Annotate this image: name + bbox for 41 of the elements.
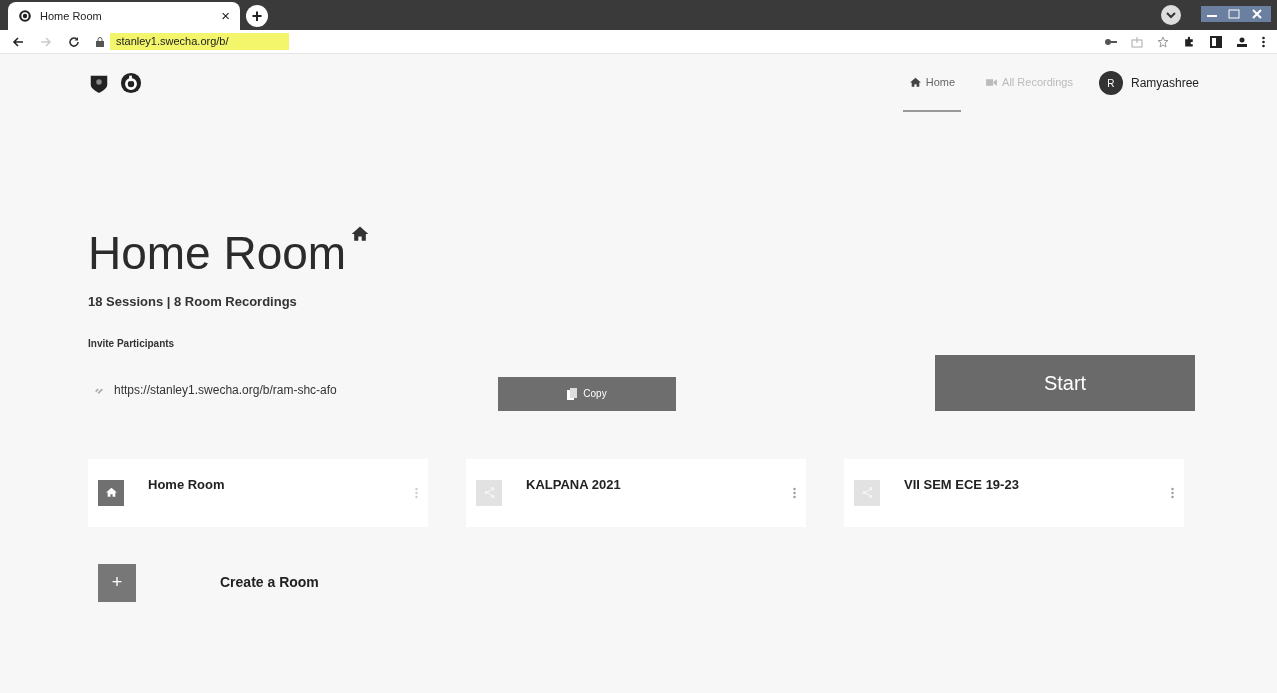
nav-label: All Recordings (1002, 74, 1073, 90)
user-name[interactable]: Ramyashree (1130, 74, 1199, 92)
side-panel-icon[interactable] (1210, 35, 1222, 48)
more-icon[interactable] (1262, 35, 1265, 48)
start-button[interactable]: Start (935, 354, 1195, 411)
invite-label: Invite Participants (88, 336, 176, 351)
lock-icon (96, 36, 104, 47)
copy-icon (567, 387, 578, 400)
room-name: VII SEM ECE 19-23 (904, 475, 1020, 494)
room-card[interactable]: VII SEM ECE 19-23 (844, 458, 1184, 527)
copy-button[interactable]: Copy (498, 376, 676, 411)
address-text: stanley1.swecha.org/b/ (110, 33, 289, 50)
home-icon (908, 75, 922, 89)
logo-icon (120, 72, 142, 94)
nav-link[interactable]: Home (902, 54, 962, 112)
profile-icon[interactable] (1236, 35, 1248, 48)
user-avatar[interactable]: R (1098, 71, 1123, 95)
room-name: KALPANA 2021 (526, 475, 622, 494)
reload-icon[interactable] (68, 35, 80, 48)
home-icon (350, 224, 371, 244)
tab-title: Home Room (40, 8, 103, 24)
room-title: Home Room (88, 230, 347, 276)
create-room-label: Create a Room (220, 573, 319, 592)
room-card[interactable]: KALPANA 2021 (466, 458, 806, 527)
home-icon (104, 486, 118, 499)
puzzle-icon[interactable] (1183, 35, 1196, 48)
address-bar[interactable]: stanley1.swecha.org/b/ (96, 33, 1089, 50)
back-icon[interactable] (12, 35, 24, 48)
room-card[interactable]: Home Room (88, 458, 428, 527)
browser-tab[interactable]: Home Room × (8, 2, 240, 30)
chevron-down-icon[interactable] (1161, 5, 1181, 25)
new-tab-button[interactable]: + (246, 5, 268, 27)
nav-label: Home (925, 74, 956, 90)
window-controls-icon[interactable] (1201, 6, 1271, 22)
plus-icon: + (98, 563, 136, 602)
star-icon[interactable] (1157, 35, 1169, 48)
room-stats: 18 Sessions | 8 Room Recordings (88, 293, 298, 311)
logo-icon (18, 9, 32, 23)
room-name: Home Room (148, 475, 226, 494)
close-button[interactable]: × (221, 4, 230, 28)
create-room-card[interactable]: + Create a Room (88, 548, 428, 617)
